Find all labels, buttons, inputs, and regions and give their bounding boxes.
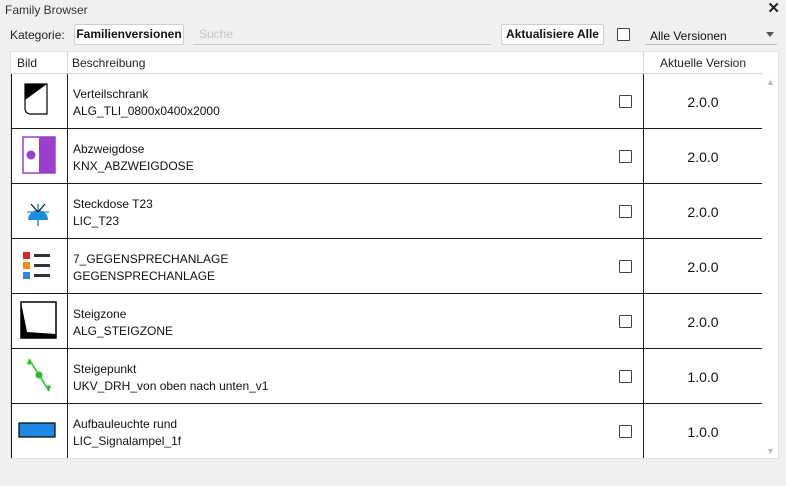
familienversionen-button[interactable]: Familienversionen: [74, 24, 184, 45]
row-type: ALG_TLI_0800x0400x2000: [73, 104, 220, 118]
table-row[interactable]: Steigzone ALG_STEIGZONE 2.0.0: [11, 294, 763, 349]
version-filter-dropdown[interactable]: Alle Versionen: [645, 24, 777, 45]
row-checkbox[interactable]: [619, 315, 632, 328]
select-all-checkbox[interactable]: [617, 28, 630, 41]
table-header: Bild Beschreibung Aktuelle Version: [11, 52, 763, 74]
junction-box-icon: [22, 136, 56, 174]
column-header-aktuelle-version[interactable]: Aktuelle Version: [644, 56, 762, 70]
row-type: KNX_ABZWEIGDOSE: [73, 159, 194, 173]
intercom-list-icon: [23, 252, 50, 279]
row-version: 2.0.0: [687, 149, 719, 165]
aktualisiere-alle-button[interactable]: Aktualisiere Alle: [501, 24, 604, 45]
table-row[interactable]: Steigepunkt UKV_DRH_von oben nach unten_…: [11, 349, 763, 404]
row-type: LIC_Signalampel_1f: [73, 434, 182, 448]
column-separator: [67, 52, 68, 74]
row-type: ALG_STEIGZONE: [73, 324, 174, 338]
row-name: Steigzone: [73, 307, 127, 321]
vertical-scrollbar[interactable]: ▲ ▼: [762, 74, 778, 458]
row-version: 2.0.0: [687, 259, 719, 275]
row-border: [67, 184, 68, 238]
riser-point-icon: [27, 358, 51, 392]
ceiling-light-icon: [18, 422, 56, 438]
scroll-down-icon[interactable]: ▼: [766, 446, 775, 456]
row-border: [67, 74, 68, 128]
search-input[interactable]: [193, 24, 491, 45]
row-border: [67, 349, 68, 403]
row-border: [11, 239, 12, 293]
row-name: Steigepunkt: [73, 362, 137, 376]
row-border: [11, 349, 12, 403]
row-version: 2.0.0: [687, 94, 719, 110]
cabinet-icon: [24, 83, 48, 115]
row-type: GEGENSPRECHANLAGE: [73, 269, 216, 283]
row-checkbox[interactable]: [619, 425, 632, 438]
socket-icon: [27, 203, 49, 226]
window-title: Family Browser: [5, 3, 88, 17]
table-row[interactable]: Verteilschrank ALG_TLI_0800x0400x2000 2.…: [11, 74, 763, 129]
row-name: Steckdose T23: [73, 197, 153, 211]
table-row[interactable]: Steckdose T23 LIC_T23 2.0.0: [11, 184, 763, 239]
chevron-down-icon: [766, 32, 774, 37]
row-border: [67, 404, 68, 458]
row-type: LIC_T23: [73, 214, 120, 228]
table-row[interactable]: 7_GEGENSPRECHANLAGE GEGENSPRECHANLAGE 2.…: [11, 239, 763, 294]
row-checkbox[interactable]: [619, 205, 632, 218]
row-version: 2.0.0: [687, 204, 719, 220]
table-row[interactable]: Abzweigdose KNX_ABZWEIGDOSE 2.0.0: [11, 129, 763, 184]
table-row[interactable]: Aufbauleuchte rund LIC_Signalampel_1f 1.…: [11, 404, 763, 458]
row-name: Abzweigdose: [73, 142, 145, 156]
row-border: [11, 129, 12, 183]
row-checkbox[interactable]: [619, 370, 632, 383]
riser-zone-icon: [20, 301, 57, 339]
table-body: Verteilschrank ALG_TLI_0800x0400x2000 2.…: [11, 74, 763, 458]
row-border: [11, 184, 12, 238]
row-border: [11, 404, 12, 458]
row-checkbox[interactable]: [619, 260, 632, 273]
row-version: 1.0.0: [687, 424, 719, 440]
family-table: Bild Beschreibung Aktuelle Version Verte…: [10, 51, 779, 459]
row-checkbox[interactable]: [619, 150, 632, 163]
close-icon[interactable]: ✕: [767, 1, 780, 17]
row-border: [11, 294, 12, 348]
row-checkbox[interactable]: [619, 95, 632, 108]
row-border: [67, 294, 68, 348]
row-version: 1.0.0: [687, 369, 719, 385]
column-header-beschreibung[interactable]: Beschreibung: [72, 56, 145, 70]
title-bar: Family Browser ✕: [0, 0, 786, 20]
column-header-bild[interactable]: Bild: [17, 56, 37, 70]
kategorie-label: Kategorie:: [10, 28, 65, 42]
row-name: 7_GEGENSPRECHANLAGE: [73, 252, 229, 266]
row-border: [11, 74, 12, 128]
version-filter-value: Alle Versionen: [650, 29, 727, 43]
row-type: UKV_DRH_von oben nach unten_v1: [73, 379, 269, 393]
toolbar: Kategorie: Familienversionen Aktualisier…: [0, 22, 786, 48]
column-separator: [643, 52, 644, 74]
row-name: Verteilschrank: [73, 87, 149, 101]
row-version: 2.0.0: [687, 314, 719, 330]
row-border: [67, 129, 68, 183]
row-name: Aufbauleuchte rund: [73, 417, 178, 431]
row-border: [67, 239, 68, 293]
scroll-up-icon[interactable]: ▲: [766, 77, 775, 87]
